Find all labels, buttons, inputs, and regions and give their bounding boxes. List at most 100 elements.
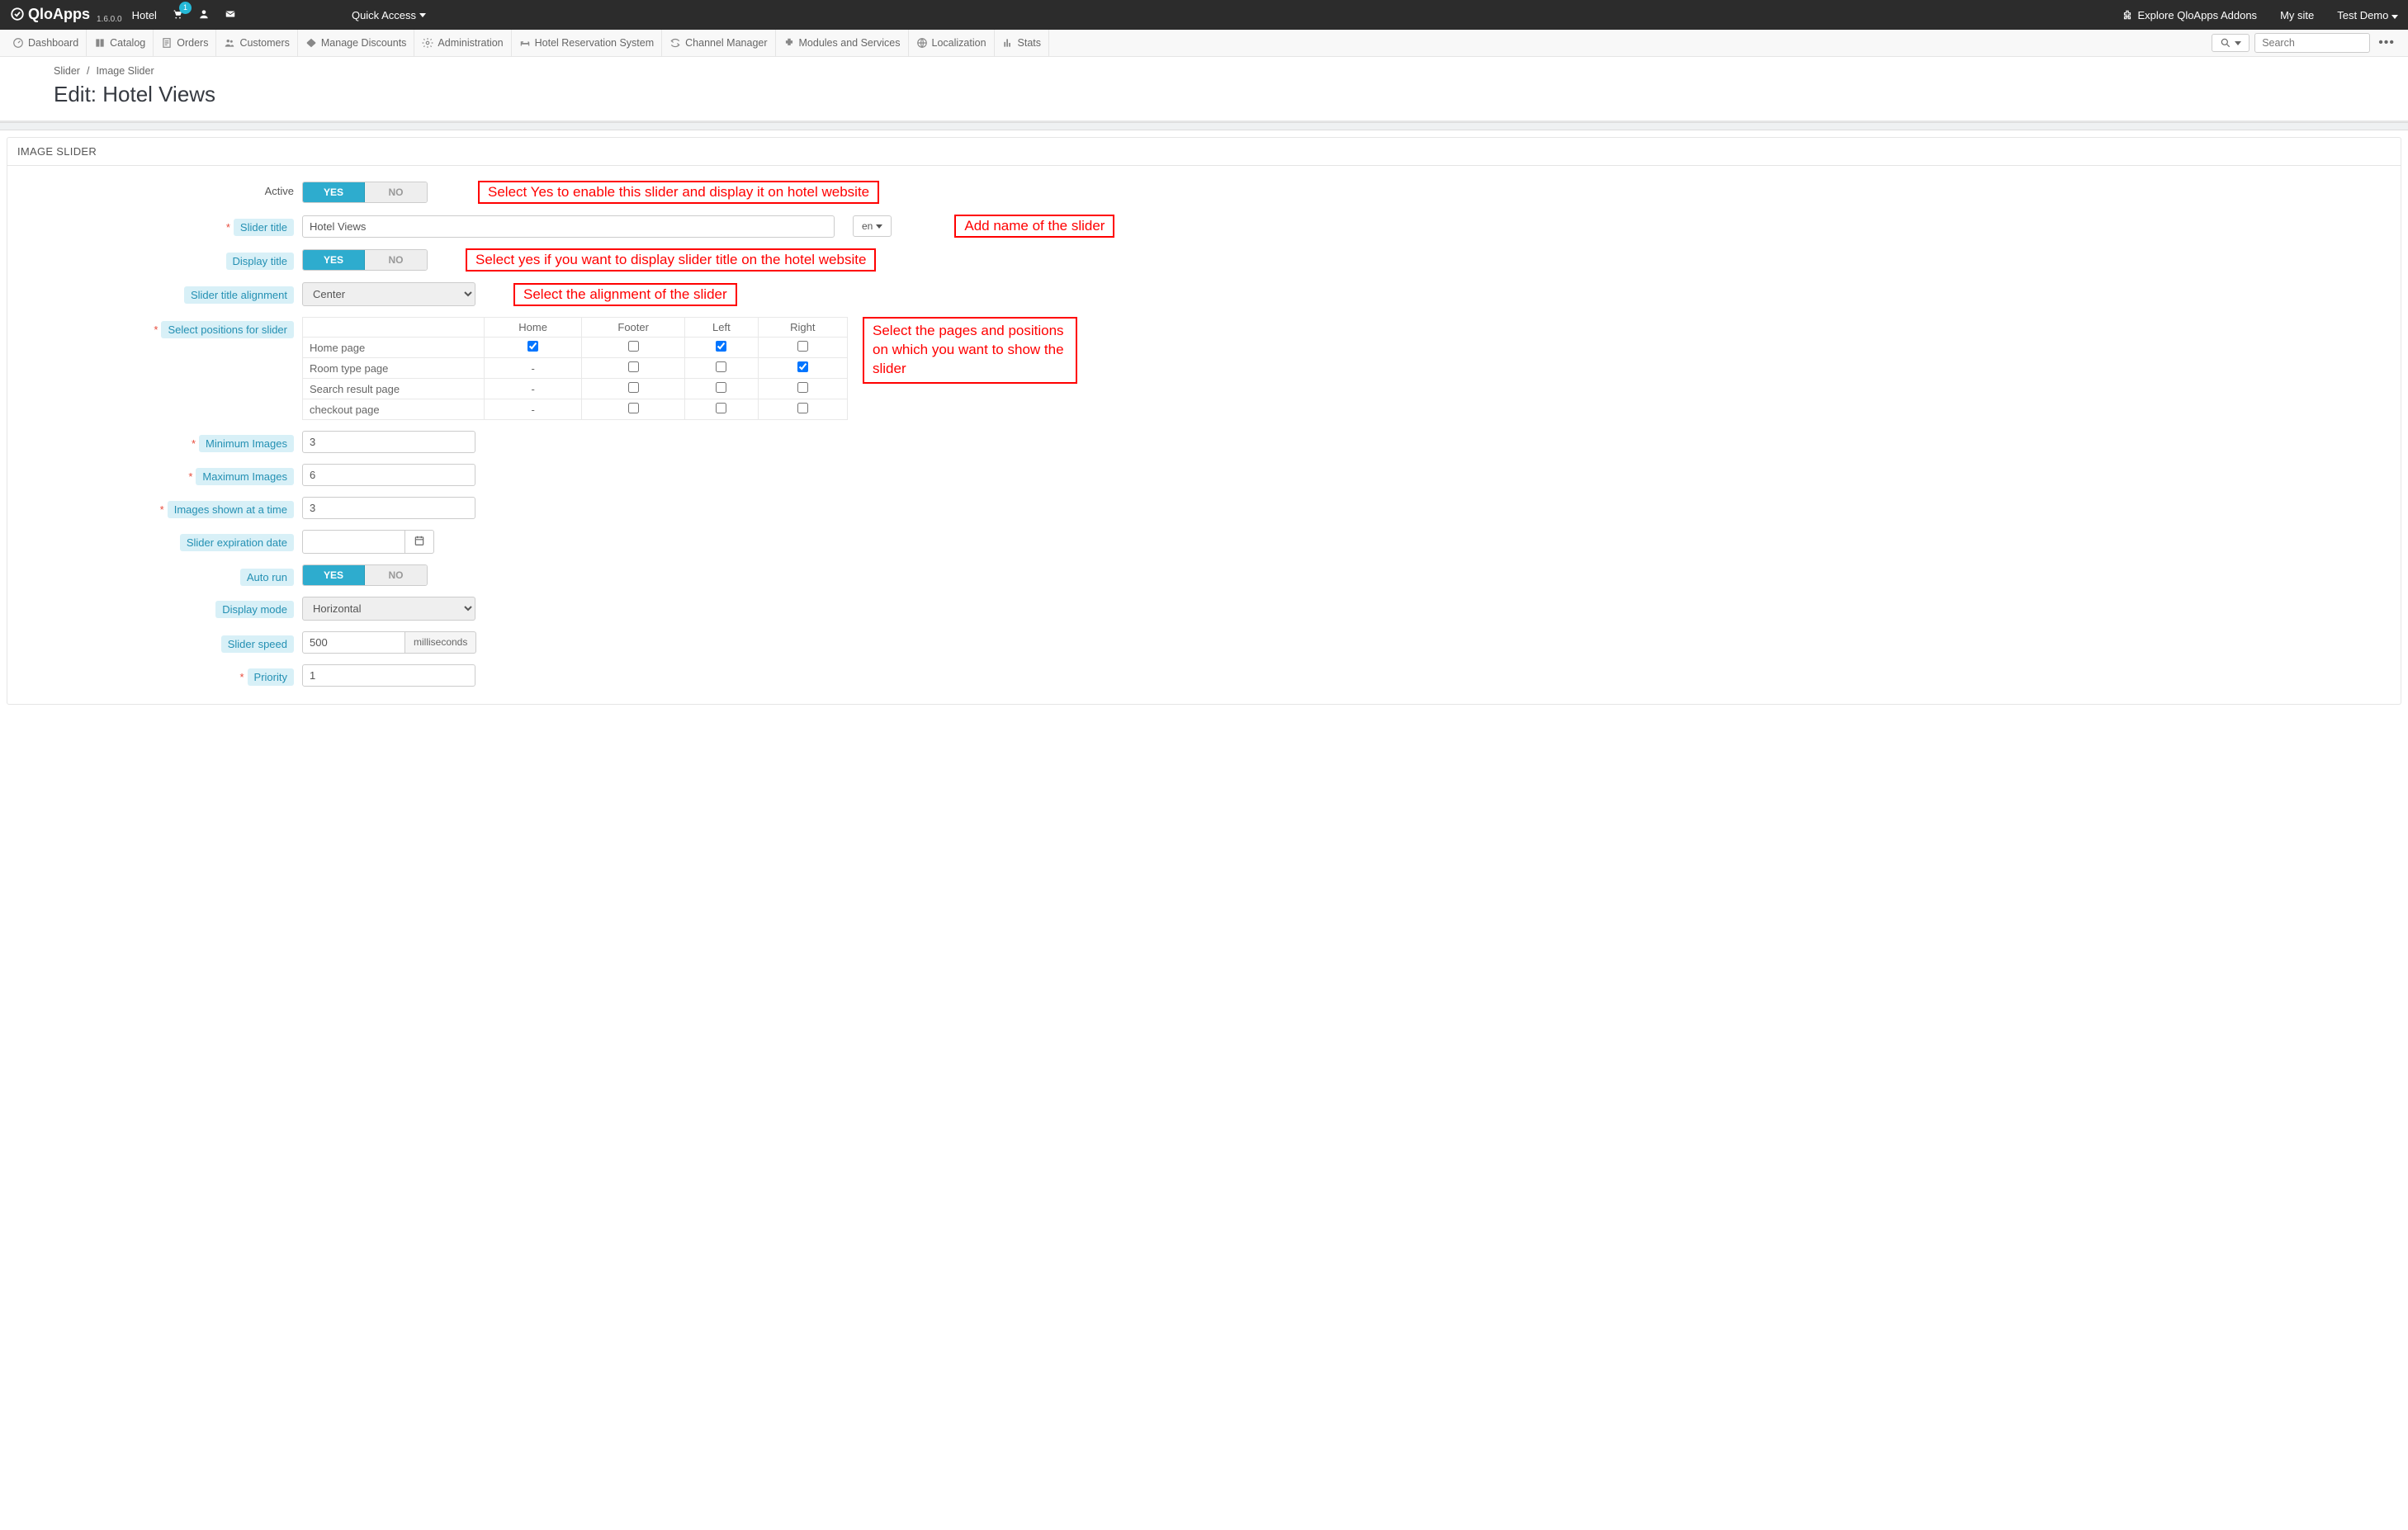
label-slider-title: Slider title — [234, 219, 294, 236]
position-checkbox[interactable] — [716, 361, 726, 372]
toggle-yes[interactable]: YES — [303, 182, 365, 202]
toggle-yes[interactable]: YES — [303, 565, 365, 585]
input-priority[interactable] — [302, 664, 475, 687]
nav-label: Catalog — [110, 37, 145, 49]
label-positions: Select positions for slider — [161, 321, 294, 338]
cell-disabled: - — [485, 399, 582, 420]
nav-localization[interactable]: Localization — [909, 30, 995, 56]
input-expire[interactable] — [302, 530, 405, 554]
nav-label: Dashboard — [28, 37, 78, 49]
position-checkbox[interactable] — [628, 382, 639, 393]
input-max[interactable] — [302, 464, 475, 486]
nav-label: Hotel Reservation System — [535, 37, 655, 49]
col-home: Home — [485, 318, 582, 338]
nav-label: Customers — [239, 37, 289, 49]
addons-label: Explore QloApps Addons — [2138, 9, 2258, 21]
nav-channel[interactable]: Channel Manager — [662, 30, 775, 56]
nav-label: Orders — [177, 37, 208, 49]
input-speed[interactable] — [302, 631, 405, 654]
caret-down-icon — [876, 224, 882, 229]
label-max: Maximum Images — [196, 468, 294, 485]
toggle-no[interactable]: NO — [365, 182, 427, 202]
user-menu[interactable]: Test Demo — [2337, 9, 2398, 21]
callout-align: Select the alignment of the slider — [513, 283, 737, 306]
mysite-link[interactable]: My site — [2280, 9, 2314, 21]
panel-heading: IMAGE SLIDER — [7, 138, 2401, 166]
position-checkbox[interactable] — [797, 341, 808, 352]
select-displaymode[interactable]: Horizontal — [302, 597, 475, 621]
brand-logo: QloApps — [10, 6, 90, 23]
callout-title: Add name of the slider — [954, 215, 1114, 238]
breadcrumb-slider[interactable]: Slider — [54, 65, 80, 77]
row-name: Search result page — [303, 379, 485, 399]
nav-stats[interactable]: Stats — [995, 30, 1050, 56]
position-checkbox[interactable] — [628, 361, 639, 372]
nav-orders[interactable]: Orders — [154, 30, 216, 56]
label-shown: Images shown at a time — [168, 501, 294, 518]
position-checkbox[interactable] — [628, 341, 639, 352]
col-right: Right — [758, 318, 847, 338]
speed-unit: milliseconds — [405, 631, 476, 654]
table-row: Home page — [303, 338, 848, 358]
user-label: Test Demo — [2337, 9, 2388, 21]
addons-link[interactable]: Explore QloApps Addons — [2122, 9, 2258, 21]
position-checkbox[interactable] — [716, 341, 726, 352]
label-priority: Priority — [248, 668, 294, 686]
callout-active: Select Yes to enable this slider and dis… — [478, 181, 879, 204]
input-slider-title[interactable] — [302, 215, 835, 238]
toggle-yes[interactable]: YES — [303, 250, 365, 270]
nav-catalog[interactable]: Catalog — [87, 30, 154, 56]
input-min[interactable] — [302, 431, 475, 453]
position-checkbox[interactable] — [716, 403, 726, 413]
position-checkbox[interactable] — [797, 382, 808, 393]
nav-dashboard[interactable]: Dashboard — [5, 30, 87, 56]
mail-icon[interactable] — [225, 8, 236, 22]
cart-badge: 1 — [179, 2, 192, 14]
quick-access[interactable]: Quick Access — [352, 9, 426, 21]
toggle-no[interactable]: NO — [365, 250, 427, 270]
nav-admin[interactable]: Administration — [414, 30, 511, 56]
callout-positions: Select the pages and positions on which … — [863, 317, 1077, 384]
position-checkbox[interactable] — [716, 382, 726, 393]
label-displaymode: Display mode — [215, 601, 294, 618]
input-shown[interactable] — [302, 497, 475, 519]
main-nav: Dashboard Catalog Orders Customers Manag… — [0, 30, 2408, 57]
cell-disabled: - — [485, 379, 582, 399]
cart-button[interactable]: 1 — [172, 8, 183, 22]
nav-discounts[interactable]: Manage Discounts — [298, 30, 415, 56]
row-name: Room type page — [303, 358, 485, 379]
nav-label: Modules and Services — [799, 37, 901, 49]
label-alignment: Slider title alignment — [184, 286, 294, 304]
nav-modules[interactable]: Modules and Services — [776, 30, 909, 56]
table-row: Search result page- — [303, 379, 848, 399]
search-input[interactable] — [2254, 33, 2370, 53]
position-checkbox[interactable] — [527, 341, 538, 352]
calendar-icon[interactable] — [405, 530, 434, 554]
nav-label: Stats — [1018, 37, 1042, 49]
nav-customers[interactable]: Customers — [216, 30, 297, 56]
more-menu[interactable]: ••• — [2370, 35, 2403, 50]
position-checkbox[interactable] — [797, 361, 808, 372]
label-expire: Slider expiration date — [180, 534, 294, 551]
toggle-no[interactable]: NO — [365, 565, 427, 585]
breadcrumb: Slider / Image Slider — [54, 65, 2354, 77]
nav-label: Administration — [438, 37, 503, 49]
select-alignment[interactable]: Center — [302, 282, 475, 306]
toggle-autorun[interactable]: YES NO — [302, 564, 428, 586]
nav-hotel[interactable]: Hotel Reservation System — [512, 30, 663, 56]
position-checkbox[interactable] — [797, 403, 808, 413]
caret-down-icon — [419, 13, 426, 17]
row-name: checkout page — [303, 399, 485, 420]
position-checkbox[interactable] — [628, 403, 639, 413]
col-footer: Footer — [582, 318, 685, 338]
context-link[interactable]: Hotel — [132, 9, 157, 21]
toggle-active[interactable]: YES NO — [302, 182, 428, 203]
toggle-display-title[interactable]: YES NO — [302, 249, 428, 271]
search-scope-button[interactable] — [2212, 34, 2250, 52]
row-name: Home page — [303, 338, 485, 358]
user-icon[interactable] — [198, 8, 210, 22]
caret-down-icon — [2235, 41, 2241, 45]
page-title: Edit: Hotel Views — [54, 82, 2354, 107]
label-display-title: Display title — [226, 253, 294, 270]
lang-selector[interactable]: en — [853, 215, 892, 237]
